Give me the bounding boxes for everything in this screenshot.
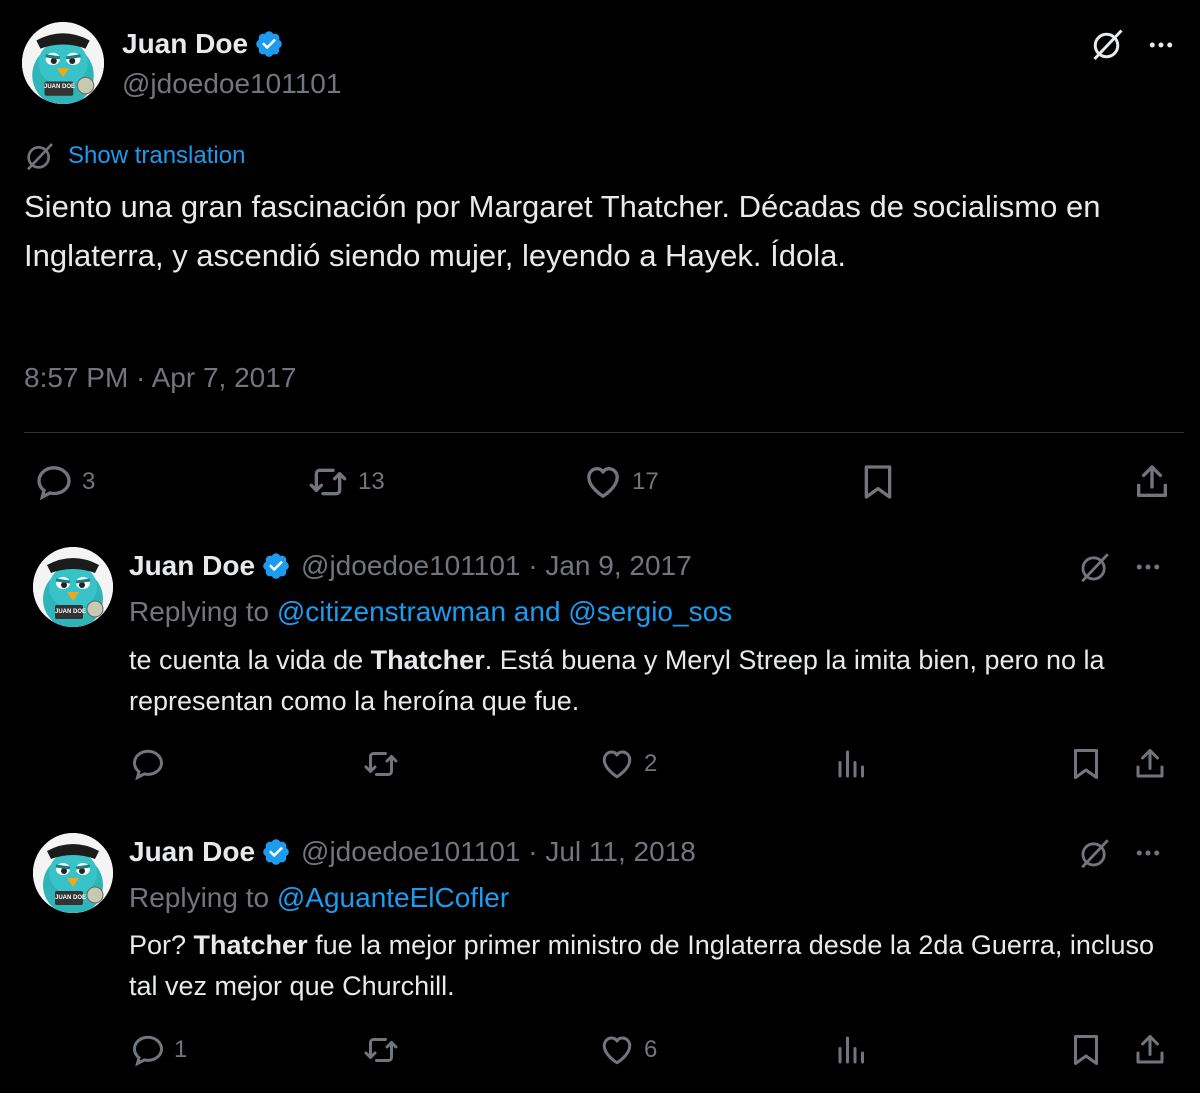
share-icon bbox=[1132, 746, 1168, 782]
reply-author-name[interactable]: Juan Doe bbox=[129, 550, 255, 582]
like-count: 2 bbox=[644, 750, 658, 777]
reply-text: te cuenta la vida de Thatcher. Está buen… bbox=[129, 640, 1179, 722]
like-count: 6 bbox=[644, 1036, 658, 1063]
reply-button[interactable] bbox=[130, 746, 174, 782]
avatar-image bbox=[33, 547, 113, 627]
main-avatar[interactable]: JUAN DOE bbox=[22, 22, 104, 104]
views-icon bbox=[834, 1032, 870, 1068]
reply-handle-date[interactable]: @jdoedoe101101 · Jan 9, 2017 bbox=[301, 550, 692, 582]
show-translation-label: Show translation bbox=[68, 142, 246, 169]
share-icon bbox=[1132, 462, 1172, 502]
like-icon bbox=[582, 462, 624, 502]
like-button[interactable]: 6 bbox=[598, 1032, 657, 1068]
reply-handle-date[interactable]: @jdoedoe101101 · Jul 11, 2018 bbox=[301, 836, 696, 868]
avatar-image bbox=[33, 833, 113, 913]
views-button[interactable] bbox=[834, 1032, 870, 1068]
views-icon bbox=[834, 746, 870, 782]
retweet-count: 13 bbox=[358, 468, 385, 495]
share-button[interactable] bbox=[1132, 1032, 1168, 1068]
bookmark-icon bbox=[858, 462, 898, 502]
replying-to-mentions[interactable]: @citizenstrawman and @sergio_sos bbox=[277, 596, 732, 627]
translate-icon bbox=[24, 140, 56, 172]
bookmark-button[interactable] bbox=[1068, 746, 1104, 782]
replying-to-label: Replying to bbox=[129, 596, 270, 627]
avatar-badge-text: JUAN DOE bbox=[55, 609, 87, 615]
grok-icon bbox=[1078, 550, 1112, 584]
reply-avatar[interactable]: JUAN DOE bbox=[33, 833, 113, 913]
like-icon bbox=[598, 1032, 636, 1068]
reply-text: Por? Thatcher fue la mejor primer minist… bbox=[129, 925, 1179, 1007]
like-button[interactable]: 2 bbox=[598, 746, 657, 782]
reply-count: 3 bbox=[82, 468, 96, 495]
share-icon bbox=[1132, 1032, 1168, 1068]
reply-text-part: Por? bbox=[129, 930, 194, 960]
share-button[interactable] bbox=[1132, 462, 1172, 502]
replying-to-line: Replying to @citizenstrawman and @sergio… bbox=[129, 596, 732, 628]
tweet-timestamp[interactable]: 8:57 PM · Apr 7, 2017 bbox=[24, 362, 296, 394]
verified-badge-icon[interactable] bbox=[261, 837, 291, 867]
reply-author-row: Juan Doe @jdoedoe101101 · Jan 9, 2017 bbox=[129, 548, 692, 584]
bookmark-icon bbox=[1068, 746, 1104, 782]
like-count: 17 bbox=[632, 468, 659, 495]
main-tweet-text: Siento una gran fascinación por Margaret… bbox=[24, 189, 1101, 273]
show-translation-link[interactable]: Show translation bbox=[24, 140, 245, 172]
avatar-badge-text: JUAN DOE bbox=[55, 895, 87, 901]
reply-author-row: Juan Doe @jdoedoe101101 · Jul 11, 2018 bbox=[129, 834, 696, 870]
reply-text-bold: Thatcher bbox=[193, 930, 308, 960]
grok-icon bbox=[1078, 836, 1112, 870]
replying-to-label: Replying to bbox=[129, 882, 270, 913]
more-button[interactable] bbox=[1133, 838, 1163, 868]
reply-author-name[interactable]: Juan Doe bbox=[129, 836, 255, 868]
retweet-icon bbox=[362, 746, 400, 782]
reply-icon bbox=[34, 462, 74, 502]
grok-icon bbox=[1090, 26, 1126, 62]
bookmark-icon bbox=[1068, 1032, 1104, 1068]
bookmark-button[interactable] bbox=[1068, 1032, 1104, 1068]
more-button[interactable] bbox=[1146, 30, 1176, 60]
more-icon bbox=[1146, 30, 1176, 60]
avatar-image bbox=[22, 22, 104, 104]
retweet-button[interactable]: 13 bbox=[306, 462, 385, 502]
grok-button[interactable] bbox=[1078, 836, 1112, 870]
replying-to-line: Replying to @AguanteElCofler bbox=[129, 882, 509, 914]
views-button[interactable] bbox=[834, 746, 870, 782]
reply-button[interactable]: 1 bbox=[130, 1032, 187, 1068]
retweet-icon bbox=[306, 462, 350, 502]
replying-to-mentions[interactable]: @AguanteElCofler bbox=[277, 882, 509, 913]
divider bbox=[24, 432, 1184, 433]
verified-badge-icon[interactable] bbox=[261, 551, 291, 581]
avatar-badge-text: JUAN DOE bbox=[44, 84, 76, 90]
retweet-button[interactable] bbox=[362, 746, 400, 782]
reply-avatar[interactable]: JUAN DOE bbox=[33, 547, 113, 627]
main-author-row: Juan Doe bbox=[122, 26, 284, 62]
reply-button[interactable]: 3 bbox=[34, 462, 95, 502]
grok-button[interactable] bbox=[1090, 26, 1126, 62]
reply-icon bbox=[130, 746, 166, 782]
bookmark-button[interactable] bbox=[858, 462, 898, 502]
more-icon bbox=[1133, 552, 1163, 582]
like-button[interactable]: 17 bbox=[582, 462, 659, 502]
reply-text-part: te cuenta la vida de bbox=[129, 645, 371, 675]
retweet-icon bbox=[362, 1032, 400, 1068]
reply-count: 1 bbox=[174, 1036, 188, 1063]
reply-icon bbox=[130, 1032, 166, 1068]
more-button[interactable] bbox=[1133, 552, 1163, 582]
retweet-button[interactable] bbox=[362, 1032, 400, 1068]
grok-button[interactable] bbox=[1078, 550, 1112, 584]
like-icon bbox=[598, 746, 636, 782]
more-icon bbox=[1133, 838, 1163, 868]
author-handle[interactable]: @jdoedoe101101 bbox=[122, 68, 341, 100]
share-button[interactable] bbox=[1132, 746, 1168, 782]
author-name[interactable]: Juan Doe bbox=[122, 28, 248, 60]
reply-text-bold: Thatcher bbox=[370, 645, 485, 675]
verified-badge-icon[interactable] bbox=[254, 29, 284, 59]
